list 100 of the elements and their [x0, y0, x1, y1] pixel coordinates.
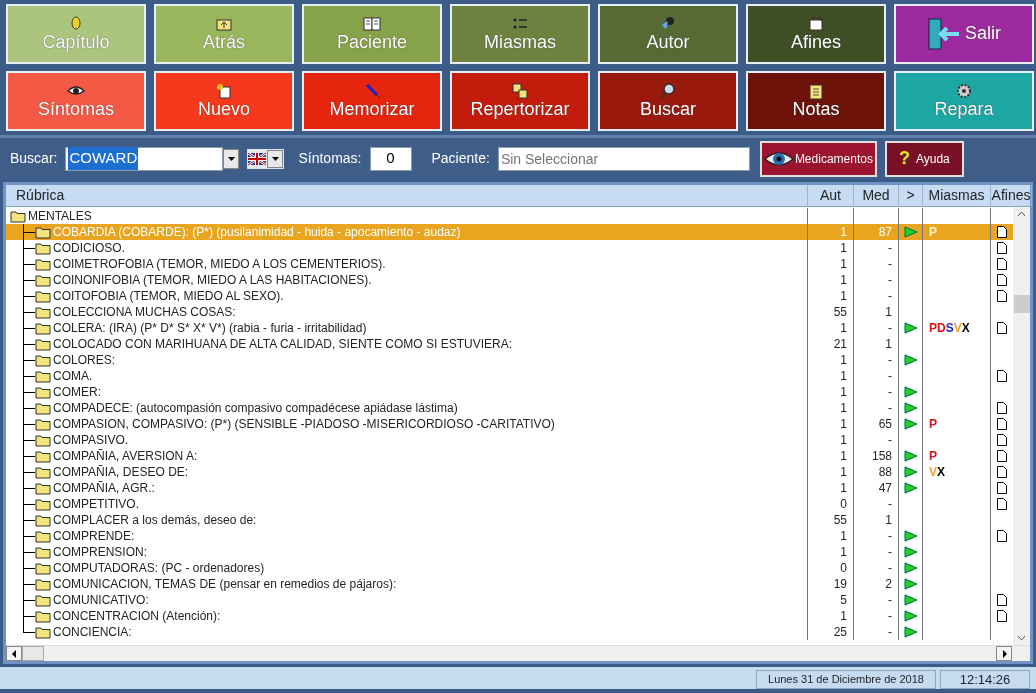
- toolbar-button[interactable]: Autor: [598, 4, 738, 64]
- document-icon[interactable]: [997, 530, 1007, 542]
- vertical-scrollbar[interactable]: [1013, 207, 1030, 645]
- play-arrow-icon[interactable]: [903, 226, 918, 238]
- table-row[interactable]: COIMETROFOBIA (TEMOR, MIEDO A LOS CEMENTERIOS). 1 -: [6, 256, 1013, 272]
- search-field[interactable]: COWARD: [65, 146, 224, 171]
- question-mark-icon: ?: [898, 145, 910, 172]
- table-row[interactable]: COMPLACER a los demás, deseo de: 55 1: [6, 512, 1013, 528]
- medicine-count: -: [888, 257, 892, 271]
- table-row[interactable]: COMPRENDE: 1 -: [6, 528, 1013, 544]
- search-label: Buscar:: [10, 149, 58, 168]
- play-arrow-icon[interactable]: [903, 418, 918, 430]
- table-row[interactable]: COMPAÑIA, DESEO DE: 1 88 VX: [6, 464, 1013, 480]
- folder-icon: [35, 305, 51, 319]
- document-icon[interactable]: [997, 434, 1007, 446]
- table-row[interactable]: COMPASION, COMPASIVO: (P*) (SENSIBLE -PIADOSO -MISERICORDIOSO -CARITATIVO) 1 65 P: [6, 416, 1013, 432]
- scroll-left-icon[interactable]: [11, 649, 17, 658]
- table-row[interactable]: CONCIENCIA: 25 -: [6, 624, 1013, 640]
- rubric-text: COMUNICATIVO:: [53, 592, 149, 608]
- document-icon[interactable]: [997, 498, 1007, 510]
- play-arrow-icon[interactable]: [903, 386, 918, 398]
- table-row[interactable]: COITOFOBIA (TEMOR, MIEDO AL SEXO). 1 -: [6, 288, 1013, 304]
- table-row[interactable]: COMUNICACION, TEMAS DE (pensar en remedios de pájaros): 19 2: [6, 576, 1013, 592]
- toolbar-button[interactable]: Memorizar: [302, 71, 442, 131]
- document-icon[interactable]: [997, 370, 1007, 382]
- table-row[interactable]: COMUNICATIVO: 5 -: [6, 592, 1013, 608]
- play-arrow-icon[interactable]: [903, 354, 918, 366]
- tree-node[interactable]: MENTALES: [28, 208, 92, 224]
- table-row[interactable]: COMPUTADORAS: (PC - ordenadores) 0 -: [6, 560, 1013, 576]
- table-row[interactable]: COLOCADO CON MARIHUANA DE ALTA CALIDAD, SIENTE COMO SI ESTUVIERA: 21 1: [6, 336, 1013, 352]
- document-icon[interactable]: [997, 290, 1007, 302]
- play-arrow-icon[interactable]: [903, 562, 918, 574]
- document-icon[interactable]: [997, 274, 1007, 286]
- author-count: 1: [840, 545, 847, 559]
- play-arrow-icon[interactable]: [903, 594, 918, 606]
- document-icon[interactable]: [997, 402, 1007, 414]
- folder-icon: [35, 497, 51, 511]
- document-icon[interactable]: [997, 610, 1007, 622]
- document-icon[interactable]: [997, 242, 1007, 254]
- dropdown-button[interactable]: [223, 148, 240, 169]
- document-icon[interactable]: [997, 418, 1007, 430]
- table-row[interactable]: COMPADECE: (autocompasión compasivo compadécese apiádase lástima) 1 -: [6, 400, 1013, 416]
- author-count: 5: [840, 593, 847, 607]
- toolbar-button[interactable]: Salir: [894, 4, 1034, 64]
- toolbar-button[interactable]: Repertorizar: [450, 71, 590, 131]
- play-arrow-icon[interactable]: [903, 402, 918, 414]
- column-header[interactable]: >: [899, 185, 923, 206]
- document-icon[interactable]: [997, 466, 1007, 478]
- toolbar-button[interactable]: Nuevo: [154, 71, 294, 131]
- document-icon[interactable]: [997, 482, 1007, 494]
- table-row[interactable]: COLECCIONA MUCHAS COSAS: 55 1: [6, 304, 1013, 320]
- table-row[interactable]: COMA. 1 -: [6, 368, 1013, 384]
- column-header[interactable]: Afines: [991, 185, 1032, 206]
- toolbar-button[interactable]: Miasmas: [450, 4, 590, 64]
- table-row[interactable]: COINONIFOBIA (TEMOR, MIEDO A LAS HABITACIONES). 1 -: [6, 272, 1013, 288]
- language-dropdown[interactable]: [247, 148, 285, 169]
- play-arrow-icon[interactable]: [903, 546, 918, 558]
- scroll-up-icon[interactable]: [1017, 211, 1026, 217]
- scroll-right-icon[interactable]: [1001, 649, 1007, 658]
- medicines-button[interactable]: Medicamentos: [759, 140, 877, 177]
- patient-field[interactable]: Sin Seleccionar: [497, 146, 750, 171]
- table-row[interactable]: COMPAÑIA, AVERSION A: 1 158 P: [6, 448, 1013, 464]
- column-header[interactable]: Aut: [808, 185, 854, 206]
- play-arrow-icon[interactable]: [903, 578, 918, 590]
- table-row[interactable]: COMPRENSION: 1 -: [6, 544, 1013, 560]
- scrollbar-thumb[interactable]: [1014, 295, 1030, 313]
- rubric-text: CODICIOSO.: [53, 240, 125, 256]
- play-arrow-icon[interactable]: [903, 610, 918, 622]
- author-count: 55: [833, 513, 847, 527]
- play-arrow-icon[interactable]: [903, 466, 918, 478]
- table-row[interactable]: COMPAÑIA, AGR.: 1 47: [6, 480, 1013, 496]
- column-header[interactable]: Rúbrica: [6, 185, 808, 206]
- play-arrow-icon[interactable]: [903, 482, 918, 494]
- symptoms-count-field[interactable]: 0: [369, 146, 412, 171]
- scroll-down-icon[interactable]: [1017, 635, 1026, 641]
- help-button[interactable]: ? Ayuda: [884, 140, 964, 177]
- toolbar-button[interactable]: Notas: [746, 71, 886, 131]
- toolbar-button[interactable]: Afines: [746, 4, 886, 64]
- toolbar-button[interactable]: Buscar: [598, 71, 738, 131]
- table-row[interactable]: COMER: 1 -: [6, 384, 1013, 400]
- column-header[interactable]: Miasmas: [923, 185, 991, 206]
- table-row[interactable]: COLERA: (IRA) (P* D* S* X* V*) (rabia - furia - irritabilidad) 1 - PDSVX: [6, 320, 1013, 336]
- scrollbar-thumb[interactable]: [22, 646, 44, 661]
- column-header[interactable]: Med: [854, 185, 899, 206]
- miasm-letter: S: [945, 321, 954, 335]
- table-row[interactable]: COMPASIVO. 1 -: [6, 432, 1013, 448]
- table-row[interactable]: CODICIOSO. 1 -: [6, 240, 1013, 256]
- horizontal-scrollbar[interactable]: [6, 645, 1030, 661]
- play-arrow-icon[interactable]: [903, 530, 918, 542]
- document-icon[interactable]: [997, 258, 1007, 270]
- table-row[interactable]: CONCENTRACION (Atención): 1 -: [6, 608, 1013, 624]
- play-arrow-icon[interactable]: [903, 626, 918, 638]
- play-arrow-icon[interactable]: [903, 322, 918, 334]
- document-icon[interactable]: [997, 594, 1007, 606]
- document-icon[interactable]: [997, 226, 1007, 238]
- table-row[interactable]: COLORES: 1 -: [6, 352, 1013, 368]
- document-icon[interactable]: [997, 322, 1007, 334]
- table-row[interactable]: COMPETITIVO. 0 -: [6, 496, 1013, 512]
- document-icon[interactable]: [997, 450, 1007, 462]
- play-arrow-icon[interactable]: [903, 450, 918, 462]
